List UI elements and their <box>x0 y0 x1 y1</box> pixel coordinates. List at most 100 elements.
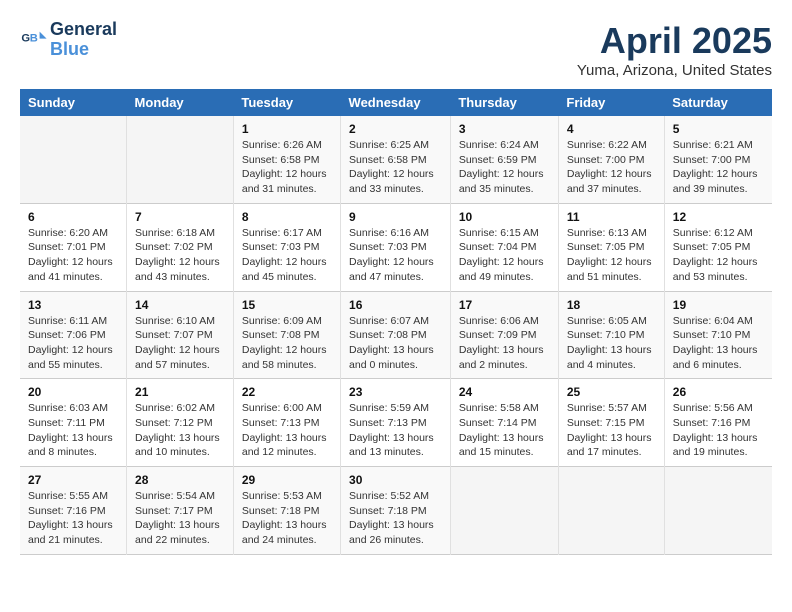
week-row-1: 1 Sunrise: 6:26 AM Sunset: 6:58 PM Daylig… <box>20 116 772 203</box>
day-number: 12 <box>673 210 764 224</box>
day-info: Sunrise: 6:11 AM Sunset: 7:06 PM Dayligh… <box>28 314 118 373</box>
calendar-cell: 29Sunrise: 5:53 AM Sunset: 7:18 PM Dayli… <box>233 467 340 555</box>
calendar-cell: 10Sunrise: 6:15 AM Sunset: 7:04 PM Dayli… <box>450 203 558 291</box>
day-number: 7 <box>135 210 225 224</box>
day-info: Sunrise: 5:57 AM Sunset: 7:15 PM Dayligh… <box>567 401 656 460</box>
main-title: April 2025 <box>577 20 772 62</box>
day-number: 1 <box>242 122 332 136</box>
week-row-2: 6 Sunrise: 6:20 AM Sunset: 7:01 PM Daylig… <box>20 203 772 291</box>
title-block: April 2025 Yuma, Arizona, United States <box>577 20 772 79</box>
header-cell-monday: Monday <box>127 89 234 116</box>
calendar-cell: 12Sunrise: 6:12 AM Sunset: 7:05 PM Dayli… <box>664 203 772 291</box>
calendar-cell: 1 Sunrise: 6:26 AM Sunset: 6:58 PM Daylig… <box>233 116 340 203</box>
calendar-cell: 17 Sunrise: 6:06 AM Sunset: 7:09 PM Dayli… <box>450 291 558 379</box>
calendar-cell: 2Sunrise: 6:25 AM Sunset: 6:58 PM Daylig… <box>341 116 451 203</box>
header-cell-saturday: Saturday <box>664 89 772 116</box>
calendar-cell: 7 Sunrise: 6:18 AM Sunset: 7:02 PM Daylig… <box>127 203 234 291</box>
day-info: Sunrise: 5:58 AM Sunset: 7:14 PM Dayligh… <box>459 401 550 460</box>
day-info: Sunrise: 6:18 AM Sunset: 7:02 PM Dayligh… <box>135 226 225 285</box>
day-info: Sunrise: 6:22 AM Sunset: 7:00 PM Dayligh… <box>567 138 656 197</box>
calendar-cell: 16 Sunrise: 6:07 AM Sunset: 7:08 PM Dayli… <box>341 291 451 379</box>
day-number: 11 <box>567 210 656 224</box>
calendar-cell <box>127 116 234 203</box>
logo-icon: G B <box>20 26 48 54</box>
logo-text: General Blue <box>50 20 117 60</box>
day-number: 4 <box>567 122 656 136</box>
calendar-cell: 27 Sunrise: 5:55 AM Sunset: 7:16 PM Dayli… <box>20 467 127 555</box>
day-number: 20 <box>28 385 118 399</box>
calendar-cell: 20 Sunrise: 6:03 AM Sunset: 7:11 PM Dayli… <box>20 379 127 467</box>
calendar-cell: 24 Sunrise: 5:58 AM Sunset: 7:14 PM Dayli… <box>450 379 558 467</box>
day-info: Sunrise: 6:13 AM Sunset: 7:05 PM Dayligh… <box>567 226 656 285</box>
day-number: 24 <box>459 385 550 399</box>
day-number: 14 <box>135 298 225 312</box>
logo: G B General Blue <box>20 20 117 60</box>
calendar-cell: 5 Sunrise: 6:21 AM Sunset: 7:00 PM Daylig… <box>664 116 772 203</box>
day-number: 6 <box>28 210 118 224</box>
day-number: 9 <box>349 210 442 224</box>
day-info: Sunrise: 6:21 AM Sunset: 7:00 PM Dayligh… <box>673 138 764 197</box>
page-header: G B General Blue April 2025 Yuma, Arizon… <box>20 20 772 79</box>
header-cell-tuesday: Tuesday <box>233 89 340 116</box>
day-info: Sunrise: 5:56 AM Sunset: 7:16 PM Dayligh… <box>673 401 764 460</box>
subtitle: Yuma, Arizona, United States <box>577 62 772 79</box>
header-cell-friday: Friday <box>558 89 664 116</box>
week-row-4: 20 Sunrise: 6:03 AM Sunset: 7:11 PM Dayli… <box>20 379 772 467</box>
header-cell-thursday: Thursday <box>450 89 558 116</box>
day-info: Sunrise: 5:55 AM Sunset: 7:16 PM Dayligh… <box>28 489 118 548</box>
calendar-cell: 11 Sunrise: 6:13 AM Sunset: 7:05 PM Dayli… <box>558 203 664 291</box>
day-info: Sunrise: 6:16 AM Sunset: 7:03 PM Dayligh… <box>349 226 442 285</box>
calendar-cell: 18 Sunrise: 6:05 AM Sunset: 7:10 PM Dayli… <box>558 291 664 379</box>
calendar-cell: 4 Sunrise: 6:22 AM Sunset: 7:00 PM Daylig… <box>558 116 664 203</box>
day-number: 16 <box>349 298 442 312</box>
header-cell-wednesday: Wednesday <box>341 89 451 116</box>
svg-text:B: B <box>30 32 38 44</box>
day-number: 29 <box>242 473 332 487</box>
day-info: Sunrise: 6:02 AM Sunset: 7:12 PM Dayligh… <box>135 401 225 460</box>
week-row-3: 13 Sunrise: 6:11 AM Sunset: 7:06 PM Dayli… <box>20 291 772 379</box>
day-number: 10 <box>459 210 550 224</box>
day-number: 18 <box>567 298 656 312</box>
day-number: 19 <box>673 298 764 312</box>
day-info: Sunrise: 6:17 AM Sunset: 7:03 PM Dayligh… <box>242 226 332 285</box>
day-info: Sunrise: 5:52 AM Sunset: 7:18 PM Dayligh… <box>349 489 442 548</box>
day-number: 30 <box>349 473 442 487</box>
calendar-cell <box>20 116 127 203</box>
day-number: 2 <box>349 122 442 136</box>
day-info: Sunrise: 6:03 AM Sunset: 7:11 PM Dayligh… <box>28 401 118 460</box>
calendar-cell: 8 Sunrise: 6:17 AM Sunset: 7:03 PM Daylig… <box>233 203 340 291</box>
day-number: 13 <box>28 298 118 312</box>
day-info: Sunrise: 6:00 AM Sunset: 7:13 PM Dayligh… <box>242 401 332 460</box>
day-info: Sunrise: 5:54 AM Sunset: 7:17 PM Dayligh… <box>135 489 225 548</box>
day-info: Sunrise: 6:05 AM Sunset: 7:10 PM Dayligh… <box>567 314 656 373</box>
day-number: 27 <box>28 473 118 487</box>
calendar-cell: 19Sunrise: 6:04 AM Sunset: 7:10 PM Dayli… <box>664 291 772 379</box>
day-number: 5 <box>673 122 764 136</box>
day-number: 8 <box>242 210 332 224</box>
calendar-cell: 15 Sunrise: 6:09 AM Sunset: 7:08 PM Dayli… <box>233 291 340 379</box>
calendar-table: SundayMondayTuesdayWednesdayThursdayFrid… <box>20 89 772 555</box>
svg-text:G: G <box>21 32 30 44</box>
calendar-cell <box>450 467 558 555</box>
day-info: Sunrise: 6:06 AM Sunset: 7:09 PM Dayligh… <box>459 314 550 373</box>
calendar-cell <box>664 467 772 555</box>
calendar-cell: 6 Sunrise: 6:20 AM Sunset: 7:01 PM Daylig… <box>20 203 127 291</box>
calendar-cell: 22Sunrise: 6:00 AM Sunset: 7:13 PM Dayli… <box>233 379 340 467</box>
calendar-cell: 21Sunrise: 6:02 AM Sunset: 7:12 PM Dayli… <box>127 379 234 467</box>
calendar-cell <box>558 467 664 555</box>
calendar-cell: 14Sunrise: 6:10 AM Sunset: 7:07 PM Dayli… <box>127 291 234 379</box>
day-number: 15 <box>242 298 332 312</box>
day-number: 17 <box>459 298 550 312</box>
calendar-cell: 13 Sunrise: 6:11 AM Sunset: 7:06 PM Dayli… <box>20 291 127 379</box>
calendar-header: SundayMondayTuesdayWednesdayThursdayFrid… <box>20 89 772 116</box>
day-info: Sunrise: 6:20 AM Sunset: 7:01 PM Dayligh… <box>28 226 118 285</box>
day-info: Sunrise: 6:07 AM Sunset: 7:08 PM Dayligh… <box>349 314 442 373</box>
day-number: 28 <box>135 473 225 487</box>
day-number: 26 <box>673 385 764 399</box>
day-number: 25 <box>567 385 656 399</box>
day-info: Sunrise: 6:09 AM Sunset: 7:08 PM Dayligh… <box>242 314 332 373</box>
calendar-cell: 30 Sunrise: 5:52 AM Sunset: 7:18 PM Dayli… <box>341 467 451 555</box>
day-number: 23 <box>349 385 442 399</box>
day-info: Sunrise: 6:26 AM Sunset: 6:58 PM Dayligh… <box>242 138 332 197</box>
day-info: Sunrise: 6:24 AM Sunset: 6:59 PM Dayligh… <box>459 138 550 197</box>
